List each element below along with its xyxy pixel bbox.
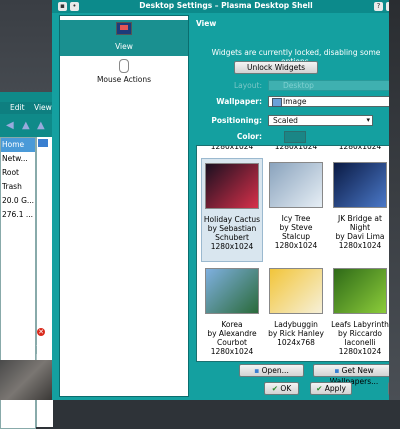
wallpaper-thumbnail [333, 162, 387, 208]
wallpaper-select[interactable]: Image [268, 96, 400, 107]
wallpaper-size-top-1: 1280x1024 [210, 145, 254, 151]
color-button[interactable] [284, 131, 306, 143]
unlock-widgets-button[interactable]: Unlock Widgets [234, 61, 318, 74]
desktop-edge [389, 0, 400, 400]
wallpaper-size: 1280x1024 [274, 241, 318, 250]
menu-view[interactable]: View [34, 103, 52, 112]
wallpaper-title: Holiday Cactus [203, 215, 261, 224]
wallpaper-author2: Courbot [217, 338, 247, 347]
monitor-icon [116, 22, 132, 35]
folder-open-icon: ▪ [254, 366, 262, 375]
place-drive-1[interactable]: 20.0 G... [1, 194, 35, 208]
apply-button[interactable]: ✔ Apply [310, 382, 352, 395]
wallpaper-grid[interactable]: 1280x1024 1280x1024 1280x1024 Holiday Ca… [196, 145, 394, 362]
wallpaper-label: Wallpaper: [216, 97, 262, 106]
up-arrow-icon[interactable]: ▲ [37, 120, 45, 131]
wallpaper-author2: Iaconelli [344, 338, 376, 347]
wallpaper-thumbnail [205, 163, 259, 209]
open-button[interactable]: ▪ Open... [239, 364, 304, 377]
forward-arrow-icon[interactable]: ▲ [22, 120, 30, 131]
wallpaper-thumbnail [269, 162, 323, 208]
file-manager-menubar: Edit View [0, 102, 52, 114]
wallpaper-title: Ladybuggin [274, 320, 318, 329]
back-arrow-icon[interactable]: ◀ [6, 120, 14, 131]
page-title: View [196, 19, 217, 28]
error-icon: ✕ [37, 328, 45, 336]
wallpaper-tile[interactable]: Korea by Alexandre Courbot 1280x1024 [201, 264, 263, 361]
wallpaper-size-top-3: 1280x1024 [338, 145, 382, 151]
place-trash[interactable]: Trash [1, 180, 35, 194]
wallpaper-author: by Davi Lima [335, 232, 385, 241]
wallpaper-title: Korea [221, 320, 243, 329]
wallpaper-value: Image [283, 97, 307, 106]
check-icon: ✔ [316, 384, 325, 393]
layout-value: Desktop [283, 81, 314, 90]
download-icon: ▪ [334, 366, 342, 375]
positioning-label: Positioning: [211, 116, 262, 125]
wallpaper-size: 1024x768 [277, 338, 315, 347]
title-bar[interactable]: ▪ • Desktop Settings – Plasma Desktop Sh… [52, 0, 400, 13]
image-icon [272, 98, 282, 107]
folder-icon [38, 139, 48, 147]
window-title: Desktop Settings – Plasma Desktop Shell [139, 1, 313, 10]
wallpaper-author: by Steve Stalcup [279, 223, 313, 241]
color-label: Color: [236, 132, 262, 141]
place-home[interactable]: Home [1, 138, 35, 152]
wallpaper-title: JK Bridge at Night [338, 214, 382, 232]
sidebar-item-label: View [115, 42, 133, 51]
sidebar-item-mouse-actions[interactable]: Mouse Actions [60, 57, 188, 93]
wallpaper-title: Icy Tree [281, 214, 311, 223]
wallpaper-author: by Rick Hanley [268, 329, 324, 338]
wallpaper-thumbnail [333, 268, 387, 314]
wallpaper-tile[interactable]: JK Bridge at Night by Davi Lima 1280x1024 [329, 158, 391, 262]
layout-select: Desktop [268, 80, 390, 91]
wallpaper-author: by Sebastian [207, 224, 257, 233]
wallpaper-size: 1280x1024 [210, 347, 254, 356]
wallpaper-author: by Riccardo [337, 329, 383, 338]
wallpaper-size: 1280x1024 [338, 241, 382, 250]
desktop-settings-dialog: ▪ • Desktop Settings – Plasma Desktop Sh… [52, 0, 400, 400]
place-drive-2[interactable]: 276.1 ... [1, 208, 35, 222]
wallpaper-thumbnail [269, 268, 323, 314]
wallpaper-thumbnail [205, 268, 259, 314]
wallpaper-size-top-2: 1280x1024 [274, 145, 318, 151]
open-label: Open... [261, 366, 289, 375]
get-new-wallpapers-button[interactable]: ▪ Get New Wallpapers... [313, 364, 395, 386]
wallpaper-size: 1280x1024 [210, 242, 254, 251]
chevron-down-icon: ▾ [366, 116, 370, 124]
wallpaper-tile[interactable]: Holiday Cactus by Sebastian Schubert 1280x1… [201, 158, 263, 262]
desktop-photo [0, 360, 52, 400]
file-manager-window: Edit View ◀ ▲ ▲ Home Netw... Root Trash … [0, 92, 53, 429]
sidebar-item-label: Mouse Actions [96, 75, 152, 84]
apply-label: Apply [324, 384, 346, 393]
wallpaper-tile[interactable]: Leafs Labyrinth by Riccardo Iaconelli 1280x… [329, 264, 391, 361]
wallpaper-tile[interactable]: Icy Tree by Steve Stalcup 1280x1024 [265, 158, 327, 262]
place-root[interactable]: Root [1, 166, 35, 180]
wallpaper-author: by Alexandre [207, 329, 257, 338]
place-network[interactable]: Netw... [1, 152, 35, 166]
wallpaper-title: Leafs Labyrinth [331, 320, 389, 329]
layout-label: Layout: [233, 81, 262, 90]
ok-label: OK [280, 384, 292, 393]
positioning-value: Scaled [273, 116, 298, 125]
wallpaper-tile[interactable]: Ladybuggin by Rick Hanley 1024x768 [265, 264, 327, 361]
wallpaper-author2: Schubert [215, 233, 249, 242]
help-icon[interactable]: ? [374, 2, 383, 11]
mouse-icon [119, 59, 129, 73]
ok-button[interactable]: ✔ OK [264, 382, 299, 395]
sidebar: View Mouse Actions [59, 15, 189, 397]
file-manager-toolbar: ◀ ▲ ▲ [0, 118, 52, 132]
menu-edit[interactable]: Edit [10, 103, 25, 112]
wallpaper-size: 1280x1024 [338, 347, 382, 356]
positioning-select[interactable]: Scaled ▾ [268, 115, 373, 126]
sidebar-item-view[interactable]: View [60, 20, 188, 56]
